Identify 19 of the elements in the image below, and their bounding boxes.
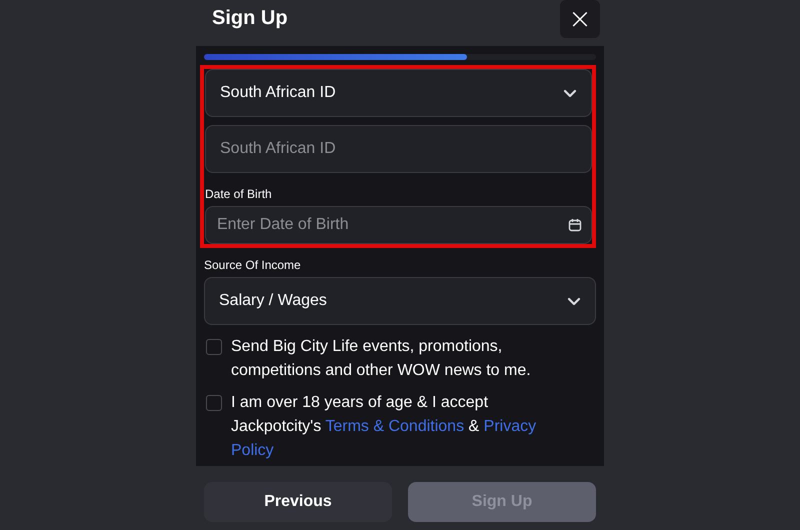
field-label: Date of Birth bbox=[205, 187, 273, 201]
field-label: Source Of Income bbox=[204, 258, 302, 272]
close-button[interactable]: × bbox=[560, 0, 600, 38]
link[interactable]: Privacy bbox=[484, 418, 536, 435]
chevron-down-icon bbox=[563, 88, 577, 98]
previous-button[interactable]: Previous bbox=[204, 482, 392, 522]
chevron-down-icon bbox=[567, 296, 581, 306]
checkbox[interactable] bbox=[206, 339, 222, 355]
dialog-title: Sign Up bbox=[212, 7, 288, 30]
checkbox[interactable] bbox=[206, 395, 222, 411]
id-number-field[interactable]: South African ID bbox=[205, 125, 592, 173]
income-dropdown[interactable]: Salary / Wages bbox=[204, 277, 596, 325]
id-type-dropdown[interactable]: South African ID bbox=[205, 69, 592, 117]
link[interactable]: Terms & Conditions bbox=[325, 418, 464, 435]
calendar-icon bbox=[568, 218, 582, 232]
consent-text: I am over 18 years of age & I accept Jackpotcity's Terms & Conditions & Privacy Policy bbox=[231, 393, 538, 461]
date-of-birth-field[interactable]: Enter Date of Birth bbox=[205, 206, 592, 244]
link[interactable]: Policy bbox=[231, 442, 274, 459]
consent-text: Send Big City Life events, promotions, competitions and other WOW news to me. bbox=[231, 337, 532, 381]
